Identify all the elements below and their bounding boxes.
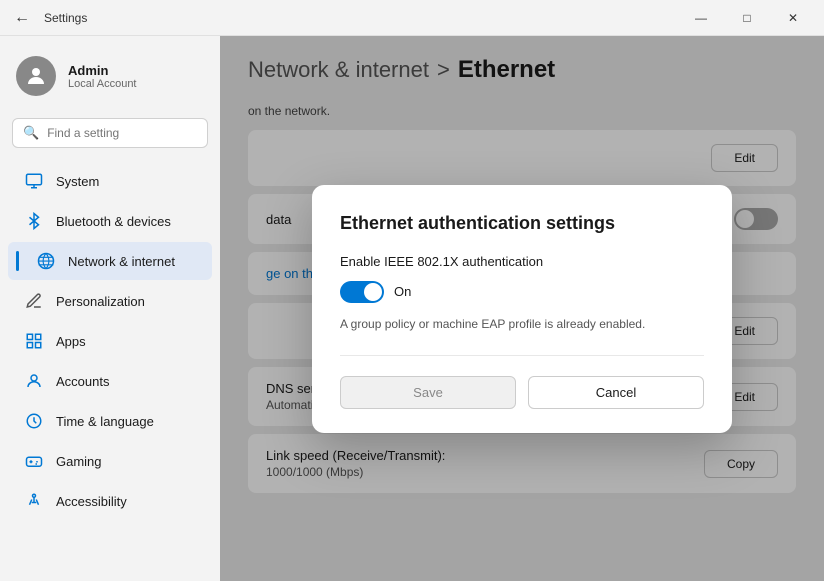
sidebar-item-system[interactable]: System — [8, 162, 212, 200]
dialog: Ethernet authentication settings Enable … — [312, 185, 732, 433]
network-icon — [36, 251, 56, 271]
dialog-cancel-button[interactable]: Cancel — [528, 376, 704, 409]
dialog-note: A group policy or machine EAP profile is… — [340, 317, 704, 331]
minimize-button[interactable]: — — [678, 0, 724, 36]
dialog-divider — [340, 355, 704, 356]
dialog-overlay: Ethernet authentication settings Enable … — [220, 36, 824, 581]
bluetooth-icon — [24, 211, 44, 231]
user-profile: Admin Local Account — [0, 48, 220, 112]
sidebar-item-gaming[interactable]: Gaming — [8, 442, 212, 480]
avatar — [16, 56, 56, 96]
content-area: Network & internet > Ethernet on the net… — [220, 36, 824, 581]
sidebar-item-accessibility[interactable]: Accessibility — [8, 482, 212, 520]
dialog-toggle-thumb — [364, 283, 382, 301]
gaming-icon — [24, 451, 44, 471]
apps-icon — [24, 331, 44, 351]
dialog-toggle[interactable] — [340, 281, 384, 303]
sidebar-label-network: Network & internet — [68, 254, 175, 269]
title-bar: ← Settings — □ ✕ — [0, 0, 824, 36]
sidebar-item-accounts[interactable]: Accounts — [8, 362, 212, 400]
dialog-toggle-label: On — [394, 284, 411, 299]
search-icon: 🔍 — [23, 125, 39, 141]
close-button[interactable]: ✕ — [770, 0, 816, 36]
app-title: Settings — [44, 11, 87, 25]
sidebar-label-accounts: Accounts — [56, 374, 109, 389]
dialog-field-label: Enable IEEE 802.1X authentication — [340, 254, 704, 269]
sidebar-item-personalization[interactable]: Personalization — [8, 282, 212, 320]
sidebar-label-personalization: Personalization — [56, 294, 145, 309]
dialog-save-button[interactable]: Save — [340, 376, 516, 409]
sidebar-item-apps[interactable]: Apps — [8, 322, 212, 360]
back-button[interactable]: ← — [8, 5, 36, 31]
time-icon — [24, 411, 44, 431]
sidebar-item-bluetooth[interactable]: Bluetooth & devices — [8, 202, 212, 240]
sidebar: Admin Local Account 🔍 System Bluetooth &… — [0, 36, 220, 581]
window-controls: — □ ✕ — [678, 0, 816, 36]
search-box[interactable]: 🔍 — [12, 118, 208, 148]
personalization-icon — [24, 291, 44, 311]
maximize-button[interactable]: □ — [724, 0, 770, 36]
dialog-toggle-row: On — [340, 281, 704, 303]
dialog-title: Ethernet authentication settings — [340, 213, 704, 234]
sidebar-label-system: System — [56, 174, 99, 189]
sidebar-label-time: Time & language — [56, 414, 154, 429]
active-indicator — [16, 251, 19, 271]
accounts-icon — [24, 371, 44, 391]
dialog-actions: Save Cancel — [340, 376, 704, 409]
system-icon — [24, 171, 44, 191]
accessibility-icon — [24, 491, 44, 511]
sidebar-label-accessibility: Accessibility — [56, 494, 127, 509]
user-subtitle: Local Account — [68, 78, 137, 90]
sidebar-item-time[interactable]: Time & language — [8, 402, 212, 440]
user-name: Admin — [68, 63, 137, 78]
sidebar-label-gaming: Gaming — [56, 454, 102, 469]
sidebar-label-apps: Apps — [56, 334, 86, 349]
sidebar-item-network[interactable]: Network & internet — [8, 242, 212, 280]
sidebar-label-bluetooth: Bluetooth & devices — [56, 214, 171, 229]
search-input[interactable] — [47, 126, 197, 140]
